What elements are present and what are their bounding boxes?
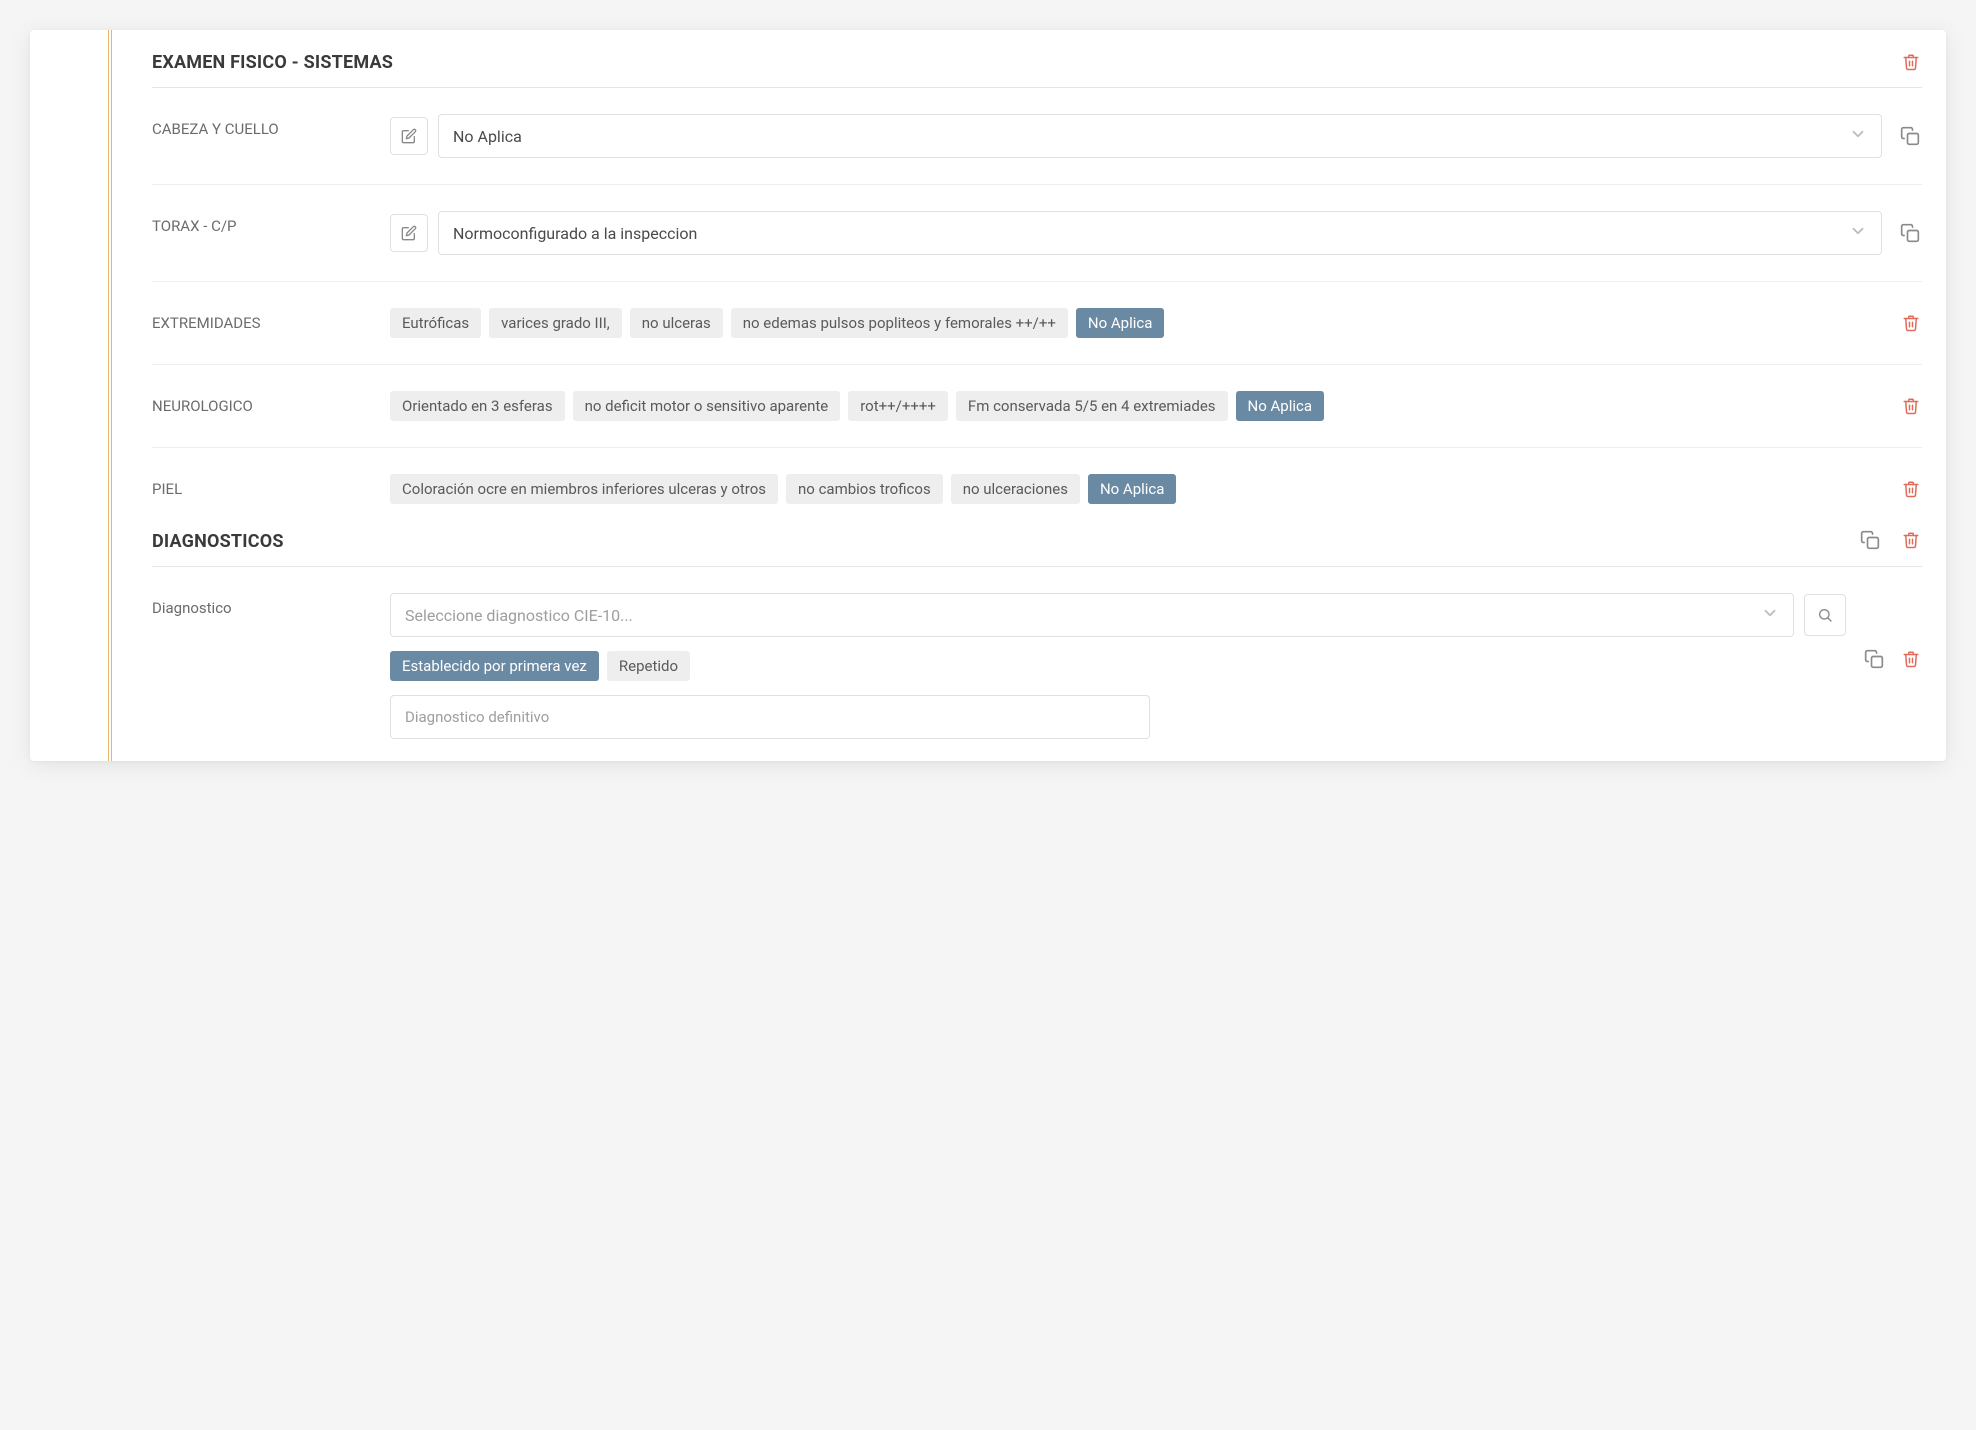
row-cabeza-cuello: CABEZA Y CUELLO No Aplica xyxy=(152,88,1922,185)
tag-option[interactable]: no edemas pulsos popliteos y femorales +… xyxy=(731,308,1068,338)
select-diagnostico-cie10[interactable]: Seleccione diagnostico CIE-10... xyxy=(390,593,1794,637)
copy-row-button[interactable] xyxy=(1864,649,1886,671)
row-extremidades: EXTREMIDADES Eutróficas varices grado II… xyxy=(152,282,1922,365)
row-label: TORAX - C/P xyxy=(152,211,390,235)
section-examen-fisico: EXAMEN FISICO - SISTEMAS CABEZA Y CUELLO… xyxy=(108,30,1946,753)
copy-section-button[interactable] xyxy=(1860,530,1882,552)
input-diagnostico-definitivo[interactable] xyxy=(390,695,1150,739)
pill-repetido[interactable]: Repetido xyxy=(607,651,690,681)
tag-option[interactable]: Coloración ocre en miembros inferiores u… xyxy=(390,474,778,504)
row-label: CABEZA Y CUELLO xyxy=(152,114,390,138)
select-torax[interactable]: Normoconfigurado a la inspeccion xyxy=(438,211,1882,255)
delete-row-button[interactable] xyxy=(1902,397,1922,417)
row-label: PIEL xyxy=(152,474,390,498)
select-value: Normoconfigurado a la inspeccion xyxy=(453,224,697,243)
tags-piel: Coloración ocre en miembros inferiores u… xyxy=(390,474,1884,504)
delete-row-button[interactable] xyxy=(1902,480,1922,500)
delete-row-button[interactable] xyxy=(1902,650,1922,670)
tags-neurologico: Orientado en 3 esferas no deficit motor … xyxy=(390,391,1884,421)
tag-option[interactable]: varices grado III, xyxy=(489,308,622,338)
delete-section-button[interactable] xyxy=(1902,531,1922,551)
tag-option[interactable]: no deficit motor o sensitivo aparente xyxy=(573,391,841,421)
tag-option[interactable]: Eutróficas xyxy=(390,308,481,338)
delete-section-button[interactable] xyxy=(1902,53,1922,73)
row-label: NEUROLOGICO xyxy=(152,391,390,415)
tag-option[interactable]: rot++/++++ xyxy=(848,391,948,421)
chevron-down-icon xyxy=(1761,604,1779,626)
diag-pills: Establecido por primera vez Repetido xyxy=(390,651,1846,681)
form-card: EXAMEN FISICO - SISTEMAS CABEZA Y CUELLO… xyxy=(30,30,1946,761)
tag-option[interactable]: Fm conservada 5/5 en 4 extremiades xyxy=(956,391,1228,421)
edit-button[interactable] xyxy=(390,214,428,252)
section-header-examen: EXAMEN FISICO - SISTEMAS xyxy=(152,30,1922,88)
row-piel: PIEL Coloración ocre en miembros inferio… xyxy=(152,448,1922,530)
tags-extremidades: Eutróficas varices grado III, no ulceras… xyxy=(390,308,1884,338)
delete-row-button[interactable] xyxy=(1902,314,1922,334)
select-value: No Aplica xyxy=(453,127,522,146)
select-cabeza[interactable]: No Aplica xyxy=(438,114,1882,158)
section-header-diagnosticos: DIAGNOSTICOS xyxy=(152,530,1922,567)
chevron-down-icon xyxy=(1849,222,1867,244)
tag-option[interactable]: no ulceras xyxy=(630,308,723,338)
tag-option[interactable]: no ulceraciones xyxy=(951,474,1080,504)
edit-button[interactable] xyxy=(390,117,428,155)
row-diagnostico: Diagnostico Seleccione diagnostico CIE-1… xyxy=(152,567,1922,753)
row-label: EXTREMIDADES xyxy=(152,308,390,332)
chevron-down-icon xyxy=(1849,125,1867,147)
tag-option-active[interactable]: No Aplica xyxy=(1076,308,1165,338)
tag-option-active[interactable]: No Aplica xyxy=(1088,474,1177,504)
row-neurologico: NEUROLOGICO Orientado en 3 esferas no de… xyxy=(152,365,1922,448)
section-title: EXAMEN FISICO - SISTEMAS xyxy=(152,52,393,73)
copy-button[interactable] xyxy=(1900,126,1922,148)
tag-option-active[interactable]: No Aplica xyxy=(1236,391,1325,421)
row-torax: TORAX - C/P Normoconfigurado a la inspec… xyxy=(152,185,1922,282)
search-button[interactable] xyxy=(1804,594,1846,636)
section-title: DIAGNOSTICOS xyxy=(152,531,284,552)
copy-button[interactable] xyxy=(1900,223,1922,245)
select-placeholder: Seleccione diagnostico CIE-10... xyxy=(405,606,633,625)
tag-option[interactable]: Orientado en 3 esferas xyxy=(390,391,565,421)
row-label: Diagnostico xyxy=(152,593,390,617)
tag-option[interactable]: no cambios troficos xyxy=(786,474,943,504)
pill-establecido[interactable]: Establecido por primera vez xyxy=(390,651,599,681)
